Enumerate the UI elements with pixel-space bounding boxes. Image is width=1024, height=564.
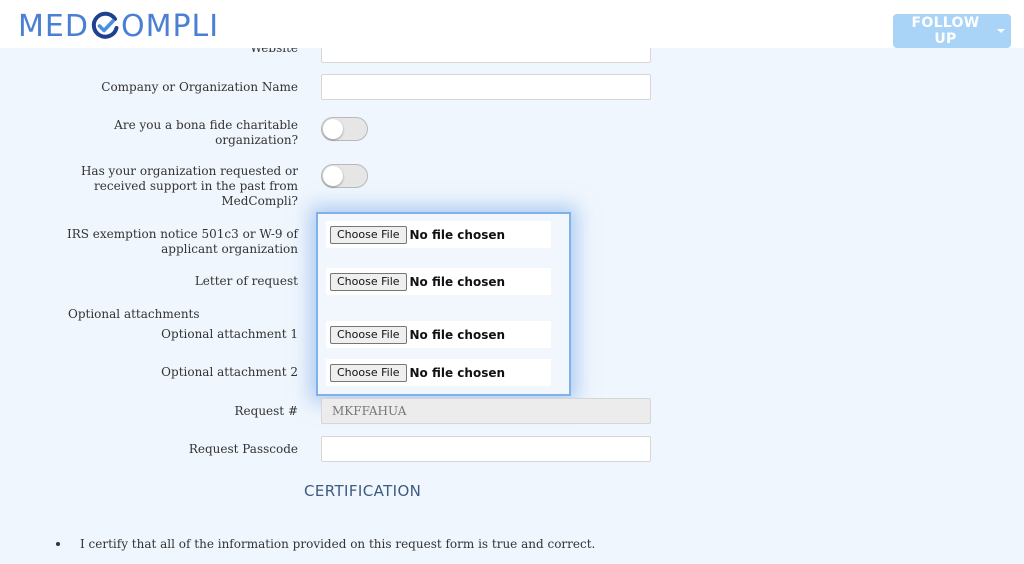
file-status: No file chosen [409, 274, 506, 289]
certification-text: I certify that all of the information pr… [80, 537, 596, 551]
bullet-icon [56, 542, 60, 546]
irs-label-line1: IRS exemption notice 501c3 or W-9 of [67, 227, 298, 241]
attachment1-label: Optional attachment 1 [161, 327, 298, 341]
toggle-knob [323, 166, 343, 186]
choose-file-button[interactable]: Choose File [330, 363, 407, 382]
file-status: No file chosen [409, 327, 506, 342]
choose-file-button[interactable]: Choose File [330, 272, 407, 291]
optional-attachments-heading: Optional attachments [68, 307, 200, 321]
charitable-label-line2: organization? [215, 133, 298, 147]
passcode-input[interactable] [321, 436, 651, 462]
charitable-toggle[interactable] [321, 117, 368, 141]
attachment2-label: Optional attachment 2 [161, 365, 298, 379]
logo-check-icon [90, 11, 120, 41]
support-label-line3: MedCompli? [221, 194, 298, 208]
company-label: Company or Organization Name [101, 80, 298, 94]
choose-file-button[interactable]: Choose File [330, 225, 407, 244]
follow-up-button[interactable]: FOLLOW UP [893, 14, 1011, 48]
toggle-knob [323, 119, 343, 139]
certification-item: I certify that all of the information pr… [56, 537, 595, 551]
follow-up-label: FOLLOW UP [911, 15, 980, 47]
passcode-label: Request Passcode [188, 442, 298, 456]
certification-title: CERTIFICATION [304, 482, 422, 500]
medcompli-logo[interactable]: MED OMPLI [18, 8, 220, 44]
choose-file-button[interactable]: Choose File [330, 325, 407, 344]
support-label-line1: Has your organization requested or [80, 164, 298, 178]
charitable-label: Are you a bona fide charitable organizat… [58, 118, 298, 148]
letter-label: Letter of request [194, 274, 298, 288]
support-label-line2: received support in the past from [94, 179, 298, 193]
support-toggle[interactable] [321, 164, 368, 188]
request-number-field: MKFFAHUA [321, 398, 651, 424]
caret-down-icon [997, 29, 1005, 33]
logo-text-med: MED [18, 8, 89, 44]
charitable-label-line1: Are you a bona fide charitable [114, 118, 298, 132]
top-header: MED OMPLI FOLLOW UP [0, 0, 1024, 48]
irs-label: IRS exemption notice 501c3 or W-9 of app… [58, 227, 298, 257]
company-input[interactable] [321, 74, 651, 100]
letter-file-input[interactable]: Choose File No file chosen [326, 268, 551, 295]
support-label: Has your organization requested or recei… [58, 164, 298, 209]
file-status: No file chosen [409, 365, 506, 380]
file-status: No file chosen [409, 227, 506, 242]
irs-label-line2: applicant organization [161, 242, 298, 256]
request-number-label: Request # [234, 404, 299, 418]
irs-file-input[interactable]: Choose File No file chosen [326, 221, 551, 248]
attachment2-file-input[interactable]: Choose File No file chosen [326, 359, 551, 386]
logo-text-ompli: OMPLI [120, 8, 220, 44]
attachment1-file-input[interactable]: Choose File No file chosen [326, 321, 551, 348]
